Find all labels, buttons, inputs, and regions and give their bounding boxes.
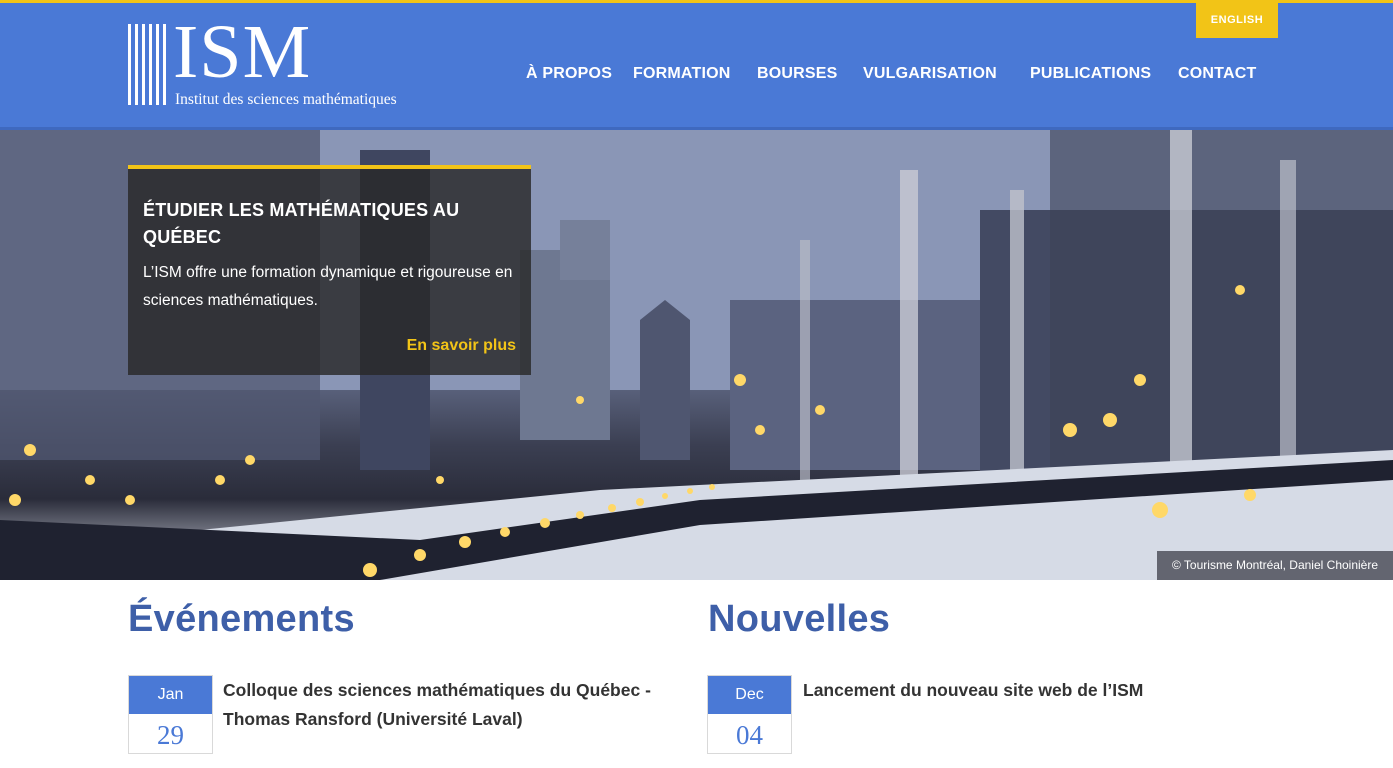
nav-item-a-propos[interactable]: À PROPOS bbox=[526, 65, 612, 83]
site-logo[interactable]: ISM Institut des sciences mathématiques bbox=[128, 14, 428, 112]
event-title-link[interactable]: Colloque des sciences mathématiques du Q… bbox=[223, 676, 673, 734]
promo-text: L’ISM offre une formation dynamique et r… bbox=[143, 264, 513, 309]
news-heading: Nouvelles bbox=[708, 598, 891, 640]
nav-item-publications[interactable]: PUBLICATIONS bbox=[1030, 65, 1151, 83]
nav-item-bourses[interactable]: BOURSES bbox=[757, 65, 838, 83]
news-day: 04 bbox=[736, 720, 763, 750]
news-title-link[interactable]: Lancement du nouveau site web de l’ISM bbox=[803, 676, 1253, 705]
nav-item-vulgarisation[interactable]: VULGARISATION bbox=[863, 65, 997, 83]
language-switch-button[interactable]: ENGLISH bbox=[1196, 3, 1278, 38]
nav-item-contact[interactable]: CONTACT bbox=[1178, 65, 1256, 83]
logo-bars-icon bbox=[128, 24, 166, 105]
event-date-badge: Jan 29 bbox=[128, 675, 213, 754]
event-day: 29 bbox=[157, 720, 184, 750]
learn-more-link[interactable]: En savoir plus bbox=[407, 337, 516, 355]
logo-wordmark: ISM bbox=[173, 10, 312, 94]
hero-promo-card: ÉTUDIER LES MATHÉMATIQUES AU QUÉBEC L’IS… bbox=[128, 165, 531, 375]
event-month: Jan bbox=[129, 676, 212, 714]
news-date-badge: Dec 04 bbox=[707, 675, 792, 754]
events-heading: Événements bbox=[128, 598, 355, 640]
nav-item-formation[interactable]: FORMATION bbox=[633, 65, 731, 83]
promo-title: ÉTUDIER LES MATHÉMATIQUES AU QUÉBEC bbox=[143, 200, 460, 247]
news-month: Dec bbox=[708, 676, 791, 714]
logo-subtitle: Institut des sciences mathématiques bbox=[175, 91, 397, 108]
photo-credit: © Tourisme Montréal, Daniel Choinière bbox=[1157, 551, 1393, 580]
